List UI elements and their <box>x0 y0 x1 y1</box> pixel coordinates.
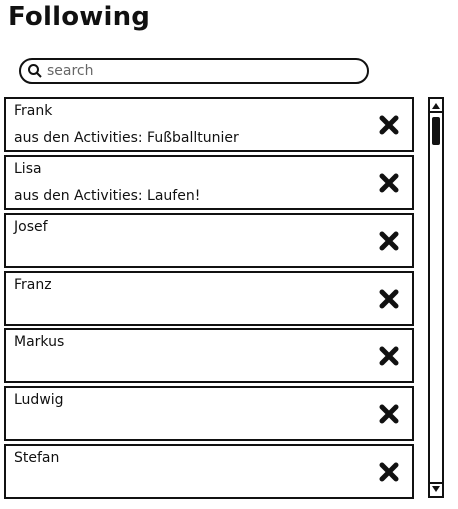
list-item[interactable]: Josef <box>4 213 414 268</box>
close-icon[interactable] <box>378 172 400 194</box>
list-item-name: Lisa <box>14 161 42 177</box>
list-item[interactable]: Ludwig <box>4 386 414 441</box>
search-icon <box>28 64 42 78</box>
list-item-name: Franz <box>14 277 52 293</box>
list-item[interactable]: Stefan <box>4 444 414 499</box>
close-icon[interactable] <box>378 114 400 136</box>
list-item-name: Josef <box>14 219 48 235</box>
list-item-name: Frank <box>14 103 53 119</box>
list-item[interactable]: Lisa aus den Activities: Laufen! <box>4 155 414 210</box>
list-item[interactable]: Markus <box>4 328 414 383</box>
scrollbar-thumb[interactable] <box>432 117 440 145</box>
list-item[interactable]: Frank aus den Activities: Fußballtunier <box>4 97 414 152</box>
close-icon[interactable] <box>378 345 400 367</box>
arrow-up-icon[interactable] <box>430 99 442 113</box>
list-item-name: Stefan <box>14 450 60 466</box>
search-input[interactable] <box>47 63 347 79</box>
list-item[interactable]: Franz <box>4 271 414 326</box>
close-icon[interactable] <box>378 461 400 483</box>
close-icon[interactable] <box>378 403 400 425</box>
list-item-subtitle: aus den Activities: Fußballtunier <box>14 130 239 146</box>
arrow-down-icon[interactable] <box>430 482 442 496</box>
close-icon[interactable] <box>378 230 400 252</box>
list-item-subtitle: aus den Activities: Laufen! <box>14 188 201 204</box>
close-icon[interactable] <box>378 288 400 310</box>
search-field[interactable] <box>19 58 369 84</box>
list-item-name: Markus <box>14 334 65 350</box>
page-title: Following <box>8 2 151 32</box>
scrollbar[interactable] <box>428 97 444 498</box>
list-item-name: Ludwig <box>14 392 64 408</box>
